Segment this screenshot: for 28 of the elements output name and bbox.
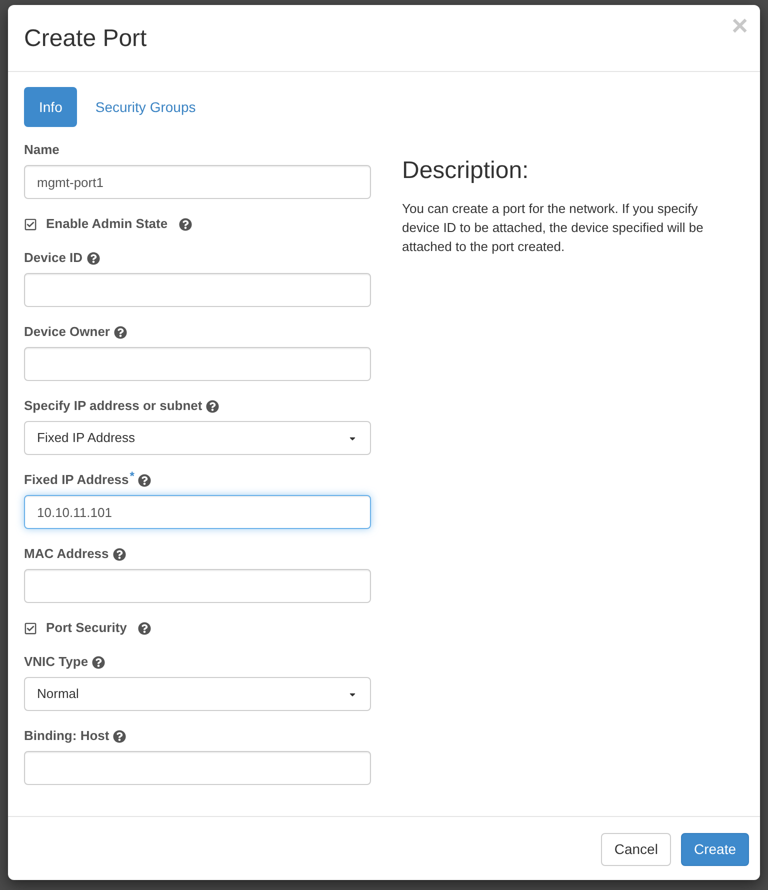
text-input[interactable] [24, 273, 371, 307]
field-label: VNIC Type [24, 653, 88, 672]
dialog-title: Create Port [24, 24, 147, 54]
field-label: MAC Address [24, 545, 109, 564]
text-input[interactable] [24, 347, 371, 381]
create-button[interactable]: Create [680, 833, 749, 866]
required-mark: * [130, 470, 134, 482]
text-input[interactable] [24, 751, 371, 785]
text-input[interactable]: 10.10.11.101 [24, 495, 371, 529]
select-field[interactable]: Normal [24, 677, 371, 711]
tab[interactable]: Info [24, 87, 78, 127]
field-label: Device Owner [24, 323, 110, 342]
field-label: Fixed IP Address [24, 471, 129, 490]
select-field[interactable]: Fixed IP Address [24, 421, 371, 455]
field-label: Name [24, 141, 60, 160]
text-input[interactable] [24, 569, 371, 603]
cancel-button[interactable]: Cancel [601, 833, 671, 866]
text-input[interactable]: mgmt-port1 [24, 165, 371, 199]
field-label: Specify IP address or subnet [24, 397, 202, 416]
field-label: Binding: Host [24, 727, 110, 746]
description-text: You can create a port for the network. If you specify device ID to be attached, the device specified will be attached to the port created. [402, 200, 704, 256]
checkbox-label: Port Security [46, 619, 127, 638]
tab[interactable]: Security Groups [80, 87, 211, 127]
checkbox[interactable] [24, 622, 37, 634]
checkbox[interactable] [24, 218, 37, 230]
field-label: Device ID [24, 249, 83, 268]
description-heading: Description: [402, 156, 530, 186]
checkbox-label: Enable Admin State [46, 215, 168, 234]
